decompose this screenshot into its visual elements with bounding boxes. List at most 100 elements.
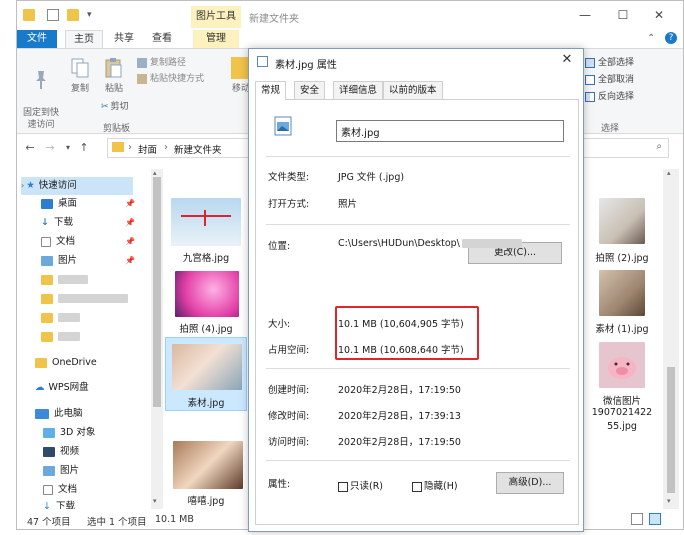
file-thumbnail-material1[interactable] bbox=[599, 270, 645, 316]
nav-pc-documents[interactable]: 文档 bbox=[43, 481, 77, 499]
nav-pc-downloads[interactable]: ↓ 下载 bbox=[43, 498, 75, 509]
select-none-button[interactable]: 全部取消 bbox=[585, 72, 634, 88]
separator bbox=[266, 368, 570, 369]
copy-button[interactable]: 复制 bbox=[65, 57, 95, 95]
nav-label: 文档 bbox=[56, 236, 76, 247]
tab-file[interactable]: 文件 bbox=[17, 30, 57, 48]
search-input[interactable]: ⌕ bbox=[577, 138, 669, 158]
nav-pc-pictures[interactable]: 图片 bbox=[43, 462, 79, 480]
location-path: C:\Users\HUDun\Desktop\ bbox=[338, 238, 460, 249]
pin-quick-access-button[interactable]: 固定到快 速访问 bbox=[21, 57, 61, 131]
tab-security[interactable]: 安全 bbox=[294, 81, 326, 99]
scroll-up-icon[interactable]: ▴ bbox=[667, 169, 671, 177]
minimize-button[interactable]: — bbox=[577, 7, 593, 23]
plane-image bbox=[181, 210, 231, 226]
main-scrollbar[interactable]: ▴ ▾ bbox=[663, 169, 679, 509]
tab-manage[interactable]: 管理 bbox=[193, 30, 239, 48]
image-file-icon bbox=[257, 56, 268, 67]
file-name[interactable]: 九宫格.jpg bbox=[165, 250, 247, 264]
paste-label: 粘贴 bbox=[104, 84, 123, 94]
close-window-button[interactable]: ✕ bbox=[651, 7, 667, 23]
forward-button[interactable]: → bbox=[43, 140, 57, 156]
tab-home[interactable]: 主页 bbox=[65, 30, 103, 49]
scroll-down-icon[interactable]: ▾ bbox=[153, 497, 157, 505]
file-thumbnail-photo4[interactable] bbox=[175, 271, 239, 317]
file-name[interactable]: 拍照 (2).jpg bbox=[583, 250, 661, 264]
copy-path-button[interactable]: 复制路径 bbox=[137, 55, 186, 71]
ribbon-tabs: 文件 主页 共享 查看 管理 ⌃ ? bbox=[17, 30, 683, 49]
paste-button[interactable]: 粘贴 bbox=[99, 57, 129, 95]
nav-scroll-thumb[interactable] bbox=[153, 177, 161, 407]
tab-view[interactable]: 查看 bbox=[147, 30, 177, 48]
nav-downloads[interactable]: ↓ 下载 bbox=[41, 214, 73, 232]
file-thumbnail-photo2[interactable] bbox=[599, 198, 645, 244]
file-type-label: 文件类型: bbox=[268, 172, 310, 183]
hidden-checkbox[interactable]: 隐藏(H) bbox=[412, 478, 458, 492]
invert-selection-button[interactable]: 反向选择 bbox=[585, 89, 634, 105]
cut-button[interactable]: ✂ 剪切 bbox=[101, 99, 129, 115]
nav-videos[interactable]: 视频 bbox=[43, 443, 79, 461]
file-name[interactable]: 1907021422 bbox=[583, 407, 661, 418]
nav-quick-access[interactable]: › ★ 快速访问 bbox=[21, 177, 133, 195]
nav-wps[interactable]: ☁ WPS网盘 bbox=[35, 379, 89, 397]
nav-label: 图片 bbox=[60, 465, 80, 476]
nav-3d-objects[interactable]: 3D 对象 bbox=[43, 424, 95, 442]
paste-shortcut-button[interactable]: 粘贴快捷方式 bbox=[137, 71, 204, 87]
nav-pictures[interactable]: 图片 bbox=[41, 252, 77, 270]
advanced-button[interactable]: 高级(D)... bbox=[496, 472, 564, 494]
back-button[interactable]: ← bbox=[23, 140, 37, 156]
nav-this-pc[interactable]: 此电脑 bbox=[35, 405, 83, 423]
file-thumbnail-plane[interactable] bbox=[171, 198, 241, 246]
select-all-icon bbox=[585, 57, 595, 68]
nav-scrollbar[interactable]: ▴ ▾ bbox=[151, 169, 163, 509]
tab-general[interactable]: 常规 bbox=[255, 81, 287, 100]
file-name[interactable]: 拍照 (4).jpg bbox=[165, 321, 247, 335]
breadcrumb-item[interactable]: 封面 bbox=[138, 142, 157, 156]
pin-icon[interactable]: 📌 bbox=[125, 256, 135, 265]
nav-folder-redacted[interactable] bbox=[41, 271, 88, 289]
file-name[interactable]: 素材 (1).jpg bbox=[583, 321, 661, 335]
recent-dropdown[interactable]: ▾ bbox=[61, 140, 75, 156]
pig-image bbox=[608, 357, 636, 379]
pin-icon[interactable]: 📌 bbox=[125, 218, 135, 227]
selected-file-tile[interactable]: 素材.jpg bbox=[165, 337, 247, 411]
nav-folder-redacted[interactable] bbox=[41, 328, 80, 346]
file-name[interactable]: 微信图片 bbox=[583, 393, 661, 407]
nav-documents[interactable]: 文档 bbox=[41, 233, 75, 251]
search-icon: ⌕ bbox=[656, 141, 662, 152]
customize-toolbar-icon[interactable]: ▾ bbox=[87, 9, 99, 21]
breadcrumb-item[interactable]: 新建文件夹 bbox=[174, 142, 222, 156]
properties-icon[interactable] bbox=[47, 9, 59, 21]
image-file-icon bbox=[274, 116, 292, 136]
address-bar[interactable]: › 封面 › 新建文件夹 bbox=[107, 138, 257, 158]
nav-onedrive[interactable]: OneDrive bbox=[35, 354, 97, 372]
select-all-button[interactable]: 全部选择 bbox=[585, 55, 634, 71]
nav-folder-redacted[interactable] bbox=[41, 309, 80, 327]
file-name[interactable]: 嘻嘻.jpg bbox=[165, 493, 247, 507]
file-name[interactable]: 55.jpg bbox=[583, 421, 661, 432]
pin-icon[interactable]: 📌 bbox=[125, 237, 135, 246]
readonly-checkbox[interactable]: 只读(R) bbox=[338, 478, 383, 492]
paste-shortcut-icon bbox=[137, 73, 147, 84]
collapse-ribbon-icon[interactable]: ⌃ bbox=[647, 33, 655, 44]
tab-share[interactable]: 共享 bbox=[109, 30, 139, 48]
tab-previous-versions[interactable]: 以前的版本 bbox=[383, 81, 443, 99]
help-icon[interactable]: ? bbox=[665, 32, 677, 44]
file-thumbnail-wechat[interactable] bbox=[599, 342, 645, 388]
large-icons-view-icon[interactable] bbox=[649, 513, 661, 525]
nav-desktop[interactable]: 桌面 bbox=[41, 195, 77, 213]
folder-icon bbox=[35, 357, 47, 368]
scroll-down-icon[interactable]: ▾ bbox=[667, 497, 671, 505]
close-dialog-button[interactable]: ✕ bbox=[559, 52, 575, 68]
new-folder-icon[interactable] bbox=[67, 9, 79, 21]
tab-details[interactable]: 详细信息 bbox=[333, 81, 384, 99]
nav-folder-redacted[interactable] bbox=[41, 290, 128, 308]
up-button[interactable]: ↑ bbox=[77, 140, 91, 156]
maximize-button[interactable]: ☐ bbox=[615, 7, 631, 23]
scroll-up-icon[interactable]: ▴ bbox=[153, 169, 157, 177]
pin-icon[interactable]: 📌 bbox=[125, 199, 135, 208]
file-thumbnail-xixi[interactable] bbox=[173, 441, 243, 489]
details-view-icon[interactable] bbox=[631, 513, 643, 525]
filename-input[interactable]: 素材.jpg bbox=[336, 120, 564, 142]
main-scroll-thumb[interactable] bbox=[667, 367, 675, 493]
